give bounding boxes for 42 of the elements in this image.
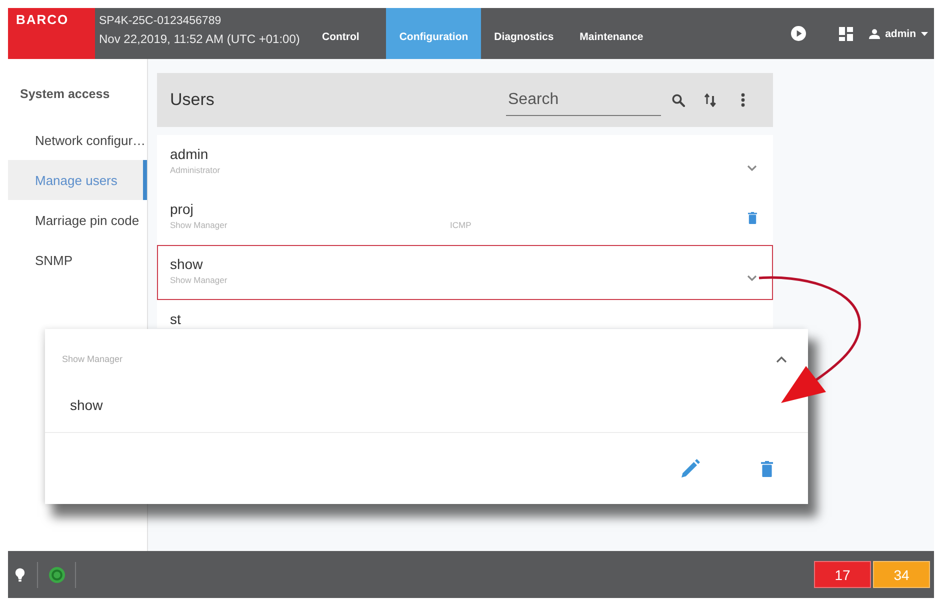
chevron-down-icon[interactable] <box>747 164 757 170</box>
user-tag-text: ICMP <box>450 220 472 231</box>
user-role: Show Manager <box>62 354 123 364</box>
user-menu-button[interactable]: admin <box>869 28 928 40</box>
dashboard-icon[interactable] <box>839 26 854 40</box>
nav-tab[interactable]: Diagnostics <box>481 8 567 59</box>
panel-title: Users <box>170 90 214 110</box>
user-row[interactable]: st <box>157 300 773 328</box>
sort-icon[interactable] <box>704 93 716 107</box>
trash-icon[interactable] <box>748 212 757 224</box>
user-icon <box>869 28 880 38</box>
user-row[interactable]: show Show Manager <box>157 245 773 300</box>
trash-icon[interactable] <box>761 460 773 476</box>
user-role: Show Manager <box>170 220 228 231</box>
caret-icon <box>921 32 928 36</box>
pencil-icon[interactable] <box>681 459 700 478</box>
play-circle-icon[interactable] <box>791 26 806 41</box>
date-time: Nov 22,2019, 11:52 AM (UTC +01:00) <box>99 32 300 47</box>
lightbulb-icon[interactable] <box>15 568 25 582</box>
sidebar-item[interactable]: Network configur… <box>8 120 147 160</box>
more-menu-icon[interactable] <box>741 93 745 107</box>
user-role: Show Manager <box>170 275 228 286</box>
user-row[interactable]: admin Administrator <box>157 135 773 190</box>
count-badge[interactable]: 17 <box>814 561 871 588</box>
user-name: admin <box>170 146 208 162</box>
chevron-down-icon[interactable] <box>747 274 757 280</box>
user-name: show <box>170 256 203 272</box>
nav-tab[interactable]: Control <box>309 8 372 59</box>
search-icon[interactable] <box>672 94 685 106</box>
logo: BARCO <box>8 8 95 59</box>
user-name: show <box>70 397 103 413</box>
chevron-up-icon[interactable] <box>776 356 787 362</box>
user-name: st <box>170 311 181 327</box>
search-field[interactable]: Search <box>506 88 661 116</box>
user-role: Administrator <box>170 165 220 176</box>
user-row[interactable]: proj Show Manager ICMP <box>157 190 773 245</box>
device-name: SP4K-25C-0123456789 <box>99 14 222 28</box>
sidebar-item[interactable]: Marriage pin code <box>8 200 147 240</box>
nav-tab[interactable]: Maintenance <box>566 8 656 59</box>
section-title: System access <box>20 87 110 101</box>
user-name: proj <box>170 201 194 217</box>
sidebar-item[interactable]: SNMP <box>8 240 147 280</box>
